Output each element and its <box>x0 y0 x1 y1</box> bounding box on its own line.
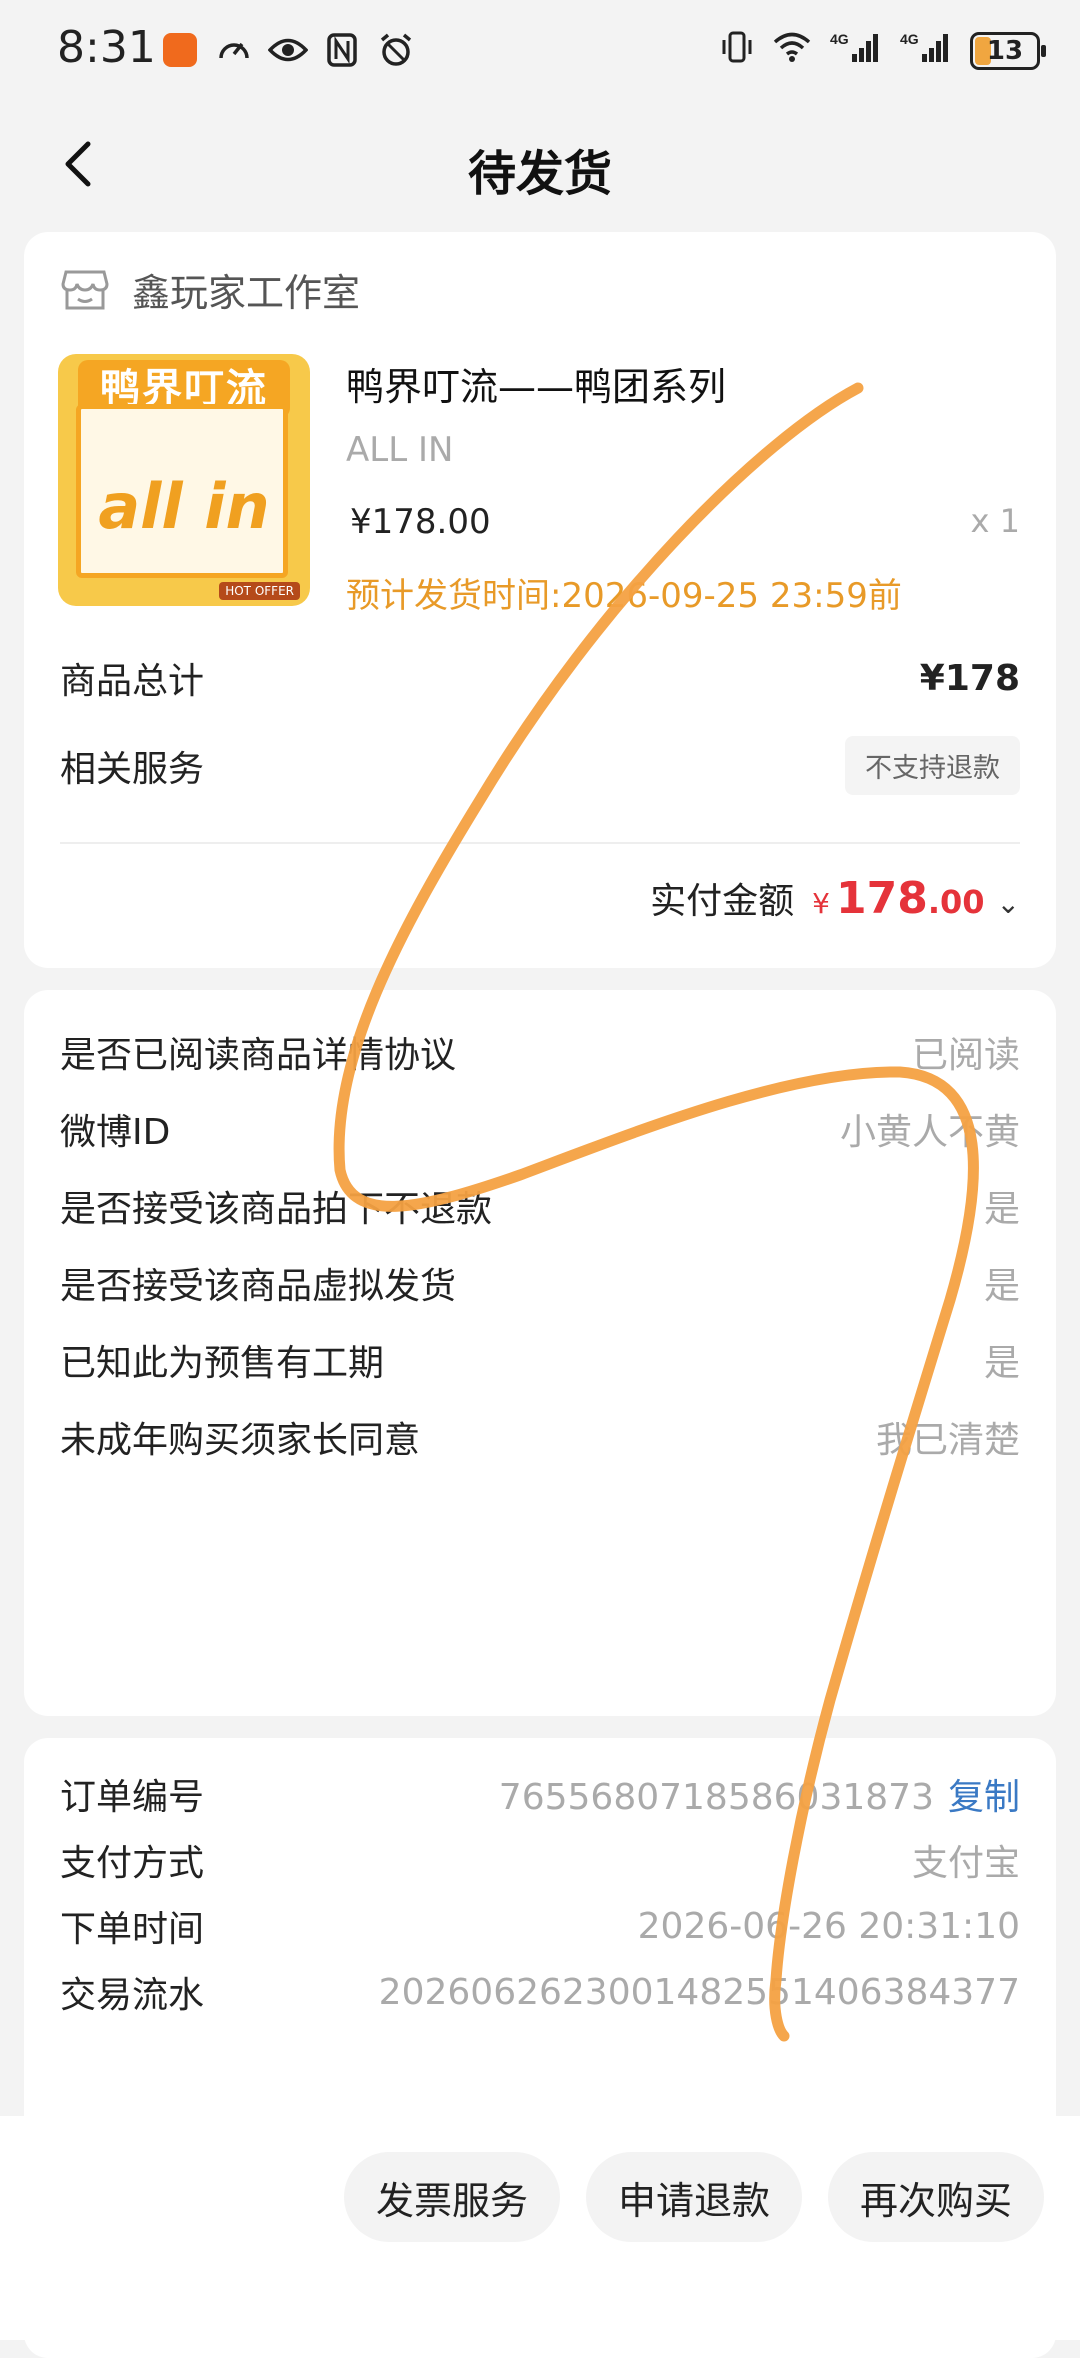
alarm-icon <box>376 30 416 70</box>
svg-text:4G: 4G <box>900 31 919 47</box>
thumb-main-text: all in <box>98 470 270 543</box>
signal-icon: 4G <box>830 30 882 72</box>
transaction-value: 2026062623001482551406384377 <box>378 1971 1020 2013</box>
agreement-label: 是否接受该商品虚拟发货 <box>60 1266 457 1307</box>
paid-amount-row[interactable]: 实付金额 ¥ 178 .00 ⌄ <box>650 872 1020 924</box>
agreement-label: 未成年购买须家长同意 <box>60 1420 421 1461</box>
battery-level: 13 <box>986 36 1024 66</box>
pay-method-label: 支付方式 <box>60 1843 205 1884</box>
app-icon <box>160 30 200 70</box>
product-spec: ALL IN <box>346 430 454 470</box>
no-refund-badge: 不支持退款 <box>845 736 1020 795</box>
goods-total-value: ¥178 <box>919 657 1020 699</box>
shop-icon <box>61 270 109 309</box>
service-row: 相关服务 不支持退款 <box>60 736 1020 795</box>
nfc-icon <box>322 30 362 70</box>
order-number-row: 订单编号 7655680718586031873 复制 <box>60 1768 1020 1820</box>
product-quantity: x 1 <box>970 502 1020 540</box>
chevron-down-icon: ⌄ <box>996 887 1020 920</box>
service-label: 相关服务 <box>60 748 205 790</box>
battery-icon: 13 <box>970 32 1046 70</box>
paid-integer: 178 <box>835 873 928 924</box>
status-time: 8:31 <box>57 22 156 73</box>
pay-method-value: 支付宝 <box>911 1843 1020 1884</box>
paid-label: 实付金额 <box>650 881 795 922</box>
copy-button[interactable]: 复制 <box>948 1777 1020 1818</box>
bottom-action-bar: 发票服务 申请退款 再次购买 <box>0 2116 1080 2340</box>
product-price: ¥178.00 <box>350 502 491 542</box>
product-title[interactable]: 鸭界叮流——鸭团系列 <box>346 356 726 411</box>
agreement-label: 是否已阅读商品详情协议 <box>60 1035 457 1076</box>
agreement-row: 是否接受该商品虚拟发货 是 <box>60 1257 1020 1309</box>
estimated-ship-time: 预计发货时间:2026-09-25 23:59前 <box>346 576 902 616</box>
order-number-label: 订单编号 <box>60 1777 205 1818</box>
agreement-label: 是否接受该商品拍下不退款 <box>60 1189 493 1230</box>
svg-text:4G: 4G <box>830 31 849 47</box>
agreements-card: 是否已阅读商品详情协议 已阅读 微博ID 小黄人不黄 是否接受该商品拍下不退款 … <box>24 990 1056 1716</box>
status-bar: 8:31 4G 4G 13 <box>0 0 1080 106</box>
paid-currency: ¥ <box>812 887 830 920</box>
order-time-value: 2026-06-26 20:31:10 <box>637 1905 1020 1947</box>
order-card: 鑫玩家工作室 鸭界叮流 all in HOT OFFER 鸭界叮流——鸭团系列 … <box>24 232 1056 968</box>
shop-row[interactable]: 鑫玩家工作室 <box>60 262 360 317</box>
agreement-row: 微博ID 小黄人不黄 <box>60 1103 1020 1155</box>
paid-decimal: .00 <box>927 883 985 921</box>
divider <box>60 842 1020 844</box>
agreement-value: 已阅读 <box>911 1035 1020 1076</box>
thumb-hot-tag: HOT OFFER <box>219 582 300 600</box>
order-time-row: 下单时间 2026-06-26 20:31:10 <box>60 1900 1020 1952</box>
goods-total-row: 商品总计 ¥178 <box>60 652 1020 704</box>
order-number-value-group: 7655680718586031873 复制 <box>499 1768 1020 1820</box>
status-left-icons <box>160 30 416 70</box>
agreement-value: 是 <box>983 1266 1020 1307</box>
agreement-label: 微博ID <box>60 1112 171 1153</box>
agreement-row: 是否接受该商品拍下不退款 是 <box>60 1180 1020 1232</box>
agreement-value: 是 <box>983 1189 1020 1230</box>
eye-icon <box>268 30 308 70</box>
agreement-row: 已知此为预售有工期 是 <box>60 1334 1020 1386</box>
page-header: 待发货 <box>0 120 1080 210</box>
agreement-row: 是否已阅读商品详情协议 已阅读 <box>60 1026 1020 1078</box>
transaction-label: 交易流水 <box>60 1975 205 2016</box>
goods-total-label: 商品总计 <box>60 661 205 702</box>
pay-method-row: 支付方式 支付宝 <box>60 1834 1020 1886</box>
agreement-value: 小黄人不黄 <box>839 1112 1020 1153</box>
shop-name: 鑫玩家工作室 <box>132 271 361 315</box>
page-title: 待发货 <box>467 146 612 202</box>
order-time-label: 下单时间 <box>60 1909 205 1950</box>
agreement-row: 未成年购买须家长同意 我已清楚 <box>60 1411 1020 1463</box>
vibrate-icon <box>720 30 754 72</box>
invoice-button[interactable]: 发票服务 <box>344 2152 560 2242</box>
signal-icon-2: 4G <box>900 30 952 72</box>
wifi-icon <box>772 31 812 71</box>
rebuy-button[interactable]: 再次购买 <box>828 2152 1044 2242</box>
speedometer-icon <box>214 30 254 70</box>
agreement-value: 我已清楚 <box>875 1420 1020 1461</box>
status-right-icons: 4G 4G 13 <box>720 30 1046 72</box>
transaction-row: 交易流水 2026062623001482551406384377 <box>60 1966 1020 2018</box>
product-thumbnail[interactable]: 鸭界叮流 all in HOT OFFER <box>58 354 310 606</box>
order-number-value: 7655680718586031873 <box>498 1777 934 1818</box>
agreement-label: 已知此为预售有工期 <box>60 1343 385 1384</box>
refund-button[interactable]: 申请退款 <box>586 2152 802 2242</box>
agreement-value: 是 <box>983 1343 1020 1384</box>
